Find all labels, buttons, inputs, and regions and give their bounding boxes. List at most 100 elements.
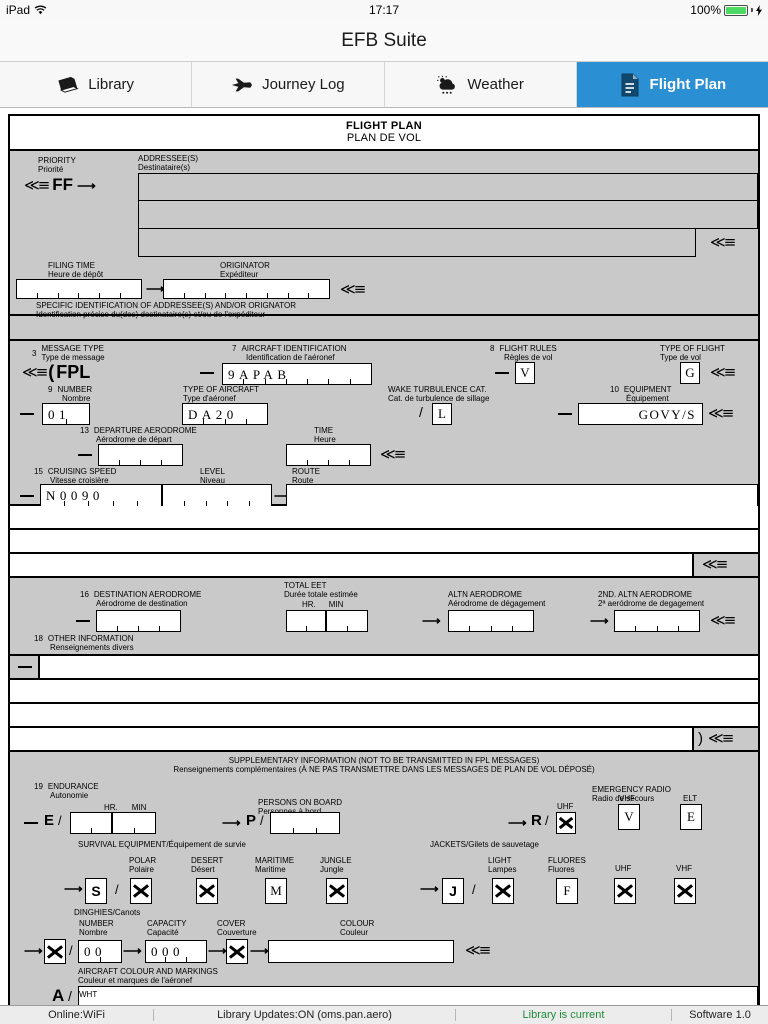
addressee-line-3[interactable] — [138, 229, 696, 257]
survival-code[interactable]: S — [85, 878, 107, 904]
route-continuation-2[interactable] — [10, 530, 758, 554]
item18-end-chevron-cell: ) ≪≡ — [692, 728, 758, 750]
survival-maritime-labels: MARITIME Maritime — [255, 856, 295, 874]
dinghies-cover-checkbox[interactable] — [226, 939, 248, 964]
item9-field[interactable]: 01 — [42, 403, 90, 425]
type-of-aircraft-labels: TYPE OF AIRCRAFT Type d'aéronef — [183, 385, 260, 403]
jackets-vhf-checkbox[interactable] — [674, 878, 696, 904]
specific-id-field[interactable] — [10, 316, 758, 341]
item18-field[interactable] — [40, 656, 758, 678]
time-labels: TIME Heure — [314, 426, 336, 444]
chevron-left-icon-route: ≪≡ — [702, 555, 728, 573]
item3-value[interactable]: FPL — [56, 362, 90, 383]
tab-journey-log[interactable]: Journey Log — [192, 62, 385, 107]
jackets-fluores-labels: FLUORES Fluores — [548, 856, 586, 874]
document-icon — [619, 73, 641, 96]
page-title: EFB Suite — [341, 29, 427, 51]
time-field[interactable] — [286, 444, 371, 466]
total-eet-min-field[interactable] — [326, 610, 368, 632]
arrow-right-icon-cover: ⟶ — [208, 943, 227, 958]
chevron-left-icon-time: ≪≡ — [380, 445, 406, 463]
level-labels: LEVEL Niveau — [200, 467, 225, 485]
jackets-light-checkbox[interactable] — [492, 878, 514, 904]
originator-field[interactable] — [163, 279, 330, 299]
footer-library-status: Library is current — [456, 1009, 672, 1021]
dinghies-colour-field[interactable] — [268, 940, 454, 963]
jackets-light-labels: LIGHT Lampes — [488, 856, 517, 874]
item16-field[interactable] — [96, 610, 181, 632]
survival-heading: SURVIVAL EQUIPMENT/Équipement de survie — [78, 840, 246, 849]
jackets-slash: / — [472, 882, 476, 897]
radio-vhf-checkbox[interactable]: V — [618, 804, 640, 830]
survival-maritime-checkbox[interactable]: M — [265, 878, 287, 904]
tab-weather[interactable]: Weather — [384, 62, 577, 107]
type-of-aircraft-field[interactable]: DA20 — [182, 403, 268, 425]
altn-field[interactable] — [448, 610, 534, 632]
addressee-line-2[interactable] — [138, 201, 758, 229]
jackets-code[interactable]: J — [442, 878, 464, 904]
chevron-left-icon: ≪≡ — [24, 175, 50, 194]
wake-turbulence-labels: WAKE TURBULENCE CAT. Cat. de turbulence … — [388, 385, 490, 403]
radio-elt-checkbox[interactable]: E — [680, 804, 702, 830]
item10-field[interactable]: GOVY/S — [578, 403, 703, 425]
specific-id-labels: SPECIFIC IDENTIFICATION OF ADDRESSEE(S) … — [36, 301, 297, 319]
item7-field[interactable]: 9APAB — [222, 363, 372, 385]
flight-plan-form-container: FLIGHT PLAN PLAN DE VOL PRIORITY Priorit… — [0, 108, 768, 1024]
tab-weather-label: Weather — [467, 76, 524, 93]
item13-field[interactable] — [98, 444, 183, 466]
route-continuation-1[interactable] — [10, 506, 758, 530]
tab-library[interactable]: Library — [0, 62, 193, 107]
originator-labels: ORIGINATOR Expéditeur — [220, 261, 270, 279]
survival-desert-checkbox[interactable] — [196, 878, 218, 904]
survival-jungle-checkbox[interactable] — [326, 878, 348, 904]
item18-continuation-1[interactable] — [10, 680, 758, 704]
aircraft-colour-labels: AIRCRAFT COLOUR AND MARKINGS Couleur et … — [78, 967, 218, 985]
addressee-line-1[interactable] — [138, 173, 758, 201]
item3-paren: ( — [48, 362, 55, 382]
endurance-min-field[interactable] — [112, 812, 156, 834]
level-field[interactable] — [162, 484, 272, 506]
item18-continuation-2[interactable] — [10, 704, 758, 728]
item8-labels: 8 FLIGHT RULES Règles de vol — [490, 344, 557, 362]
status-right: 100% — [690, 3, 762, 17]
pob-slash: / — [260, 813, 264, 828]
footer-online-status: Online:WiFi — [0, 1009, 154, 1021]
jackets-fluores-checkbox[interactable]: F — [556, 878, 578, 904]
persons-on-board-field[interactable] — [270, 812, 340, 834]
filing-time-field[interactable] — [16, 279, 142, 299]
dinghies-checkbox[interactable] — [44, 939, 66, 964]
dash-item9 — [20, 413, 34, 415]
item15-field[interactable]: N0090 — [40, 484, 162, 506]
emergency-radio-code: R — [531, 812, 542, 829]
lightning-bolt-icon — [756, 4, 762, 16]
dash-item7 — [200, 372, 214, 374]
endurance-hr-field[interactable] — [70, 812, 112, 834]
dash-item15 — [20, 495, 34, 497]
item15-labels: 15 CRUISING SPEED Vitesse croisière — [34, 467, 117, 485]
route-continuation-3[interactable]: ≪≡ — [10, 554, 758, 578]
dinghies-capacity-field[interactable]: 000 — [145, 940, 207, 963]
route-field[interactable] — [286, 484, 758, 506]
aircraft-colour-code: A — [52, 986, 65, 1005]
tab-bar[interactable]: Library Journey Log Weather Flight Plan — [0, 62, 768, 108]
chevron-left-icon-tof: ≪≡ — [710, 363, 736, 381]
item8-field[interactable]: V — [515, 362, 535, 384]
jackets-uhf-checkbox[interactable] — [614, 878, 636, 904]
altn2-field[interactable] — [614, 610, 700, 632]
tab-flight-plan[interactable]: Flight Plan — [576, 62, 768, 107]
status-footer: Online:WiFi Library Updates:ON (oms.pan.… — [0, 1005, 768, 1024]
jackets-heading: JACKETS/Gilets de sauvetage — [430, 840, 539, 849]
priority-value[interactable]: FF — [52, 175, 73, 195]
jackets-vhf-label: VHF — [676, 864, 692, 873]
type-of-flight-field[interactable]: G — [680, 362, 700, 384]
item18-continuation-3[interactable]: ) ≪≡ — [10, 728, 758, 752]
priority-value-row: ≪≡ FF ⟶ — [24, 175, 96, 195]
total-eet-hr-field[interactable] — [286, 610, 326, 632]
supplementary-block: SUPPLEMENTARY INFORMATION (NOT TO BE TRA… — [10, 752, 758, 1024]
dinghies-number-field[interactable]: 00 — [78, 940, 122, 963]
wake-turbulence-field[interactable]: L — [432, 403, 452, 425]
dinghies-capacity-labels: CAPACITY Capacité — [147, 919, 187, 937]
dinghies-slash: / — [69, 943, 73, 958]
survival-polar-checkbox[interactable] — [130, 878, 152, 904]
radio-uhf-checkbox[interactable] — [556, 812, 576, 834]
